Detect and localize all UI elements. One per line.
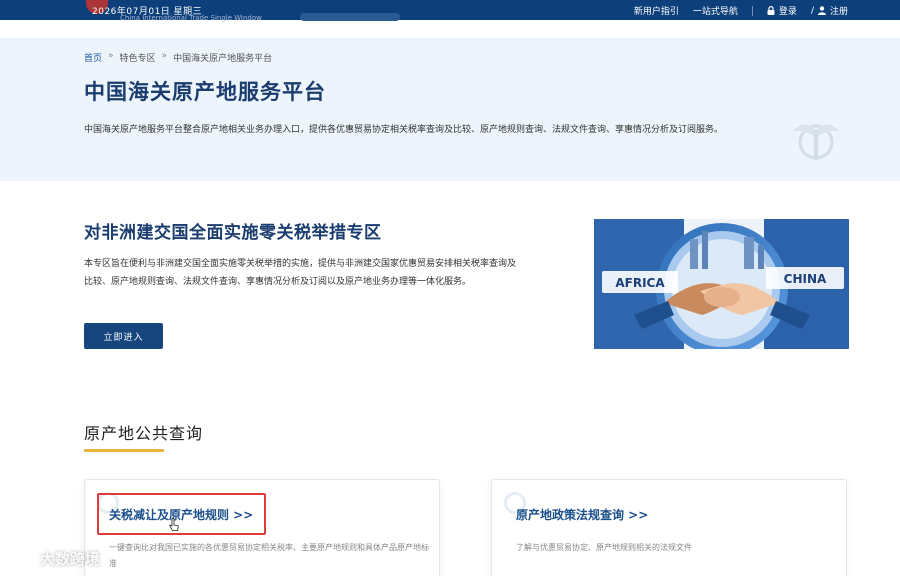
watermark-text: 大数跨境 — [40, 549, 101, 568]
public-query-title: 原产地公共查询 — [84, 424, 204, 443]
top-bar: 2026年07月01日 星期三 China International Trad… — [0, 0, 900, 22]
register-label: 注册 — [829, 7, 848, 17]
watermark-logo-icon — [6, 550, 36, 566]
banner-china-text: CHINA — [784, 272, 827, 286]
enter-now-button[interactable]: 立即进入 — [84, 323, 163, 349]
login-link[interactable]: 登录 — [767, 4, 797, 17]
user-icon — [817, 6, 826, 15]
banner-africa-text: AFRICA — [615, 276, 665, 290]
lock-icon — [767, 6, 775, 15]
africa-china-banner[interactable]: AFRICA CHINA — [594, 219, 849, 349]
highlight-box — [97, 493, 266, 535]
page-description: 中国海关原产地服务平台整合原产地相关业务办理入口，提供各优惠贸易协定相关税率查询… — [84, 125, 724, 135]
top-search-pill[interactable] — [300, 13, 400, 21]
slash-separator: / — [810, 5, 814, 16]
site-english-name: China International Trade Single Window — [120, 14, 262, 22]
title-underline — [84, 449, 164, 452]
new-user-guide-link[interactable]: 新用户指引 — [634, 4, 679, 17]
one-stop-nav-link[interactable]: 一站式导航 — [693, 4, 738, 17]
policy-regulation-card[interactable]: 原产地政策法规查询 >> 了解与优惠贸易协定、原产地规则相关的法规文件 — [491, 479, 847, 576]
tariff-rules-description: 一键查询比对我国已实施的各优惠贸易协定相关税率、主要原产地规则和具体产品原产地标… — [109, 543, 429, 568]
breadcrumb-separator: » — [161, 51, 168, 61]
breadcrumb-home[interactable]: 首页 — [84, 51, 102, 64]
customs-emblem-icon — [792, 124, 840, 160]
special-zone-title: 对非洲建交国全面实施零关税举措专区 — [84, 223, 382, 243]
page-title: 中国海关原产地服务平台 — [84, 80, 326, 104]
breadcrumb-special-zone[interactable]: 特色专区 — [120, 51, 156, 64]
breadcrumb-current: 中国海关原产地服务平台 — [173, 54, 273, 64]
breadcrumb-separator: » — [108, 51, 114, 61]
tariff-rules-card[interactable]: 关税减让及原产地规则 >> 一键查询比对我国已实施的各优惠贸易协定相关税率、主要… — [84, 479, 440, 576]
register-link[interactable]: / 注册 — [810, 4, 848, 18]
divider — [751, 5, 753, 16]
top-links: 新用户指引 一站式导航 登录 / 注册 — [634, 4, 848, 17]
login-label: 登录 — [778, 7, 797, 17]
hero-section: 首页 » 特色专区 » 中国海关原产地服务平台 中国海关原产地服务平台 中国海关… — [0, 38, 900, 181]
policy-regulation-description: 了解与优惠贸易协定、原产地规则相关的法规文件 — [516, 543, 692, 552]
breadcrumb: 首页 » 特色专区 » 中国海关原产地服务平台 — [84, 51, 272, 64]
pointer-cursor-icon — [169, 518, 179, 531]
special-zone-description: 本专区旨在便利与非洲建交国全面实施零关税举措的实施，提供与非洲建交国家优惠贸易安… — [84, 259, 517, 287]
policy-regulation-link[interactable]: 原产地政策法规查询 >> — [516, 506, 648, 523]
watermark: 大数跨境 — [6, 547, 100, 569]
